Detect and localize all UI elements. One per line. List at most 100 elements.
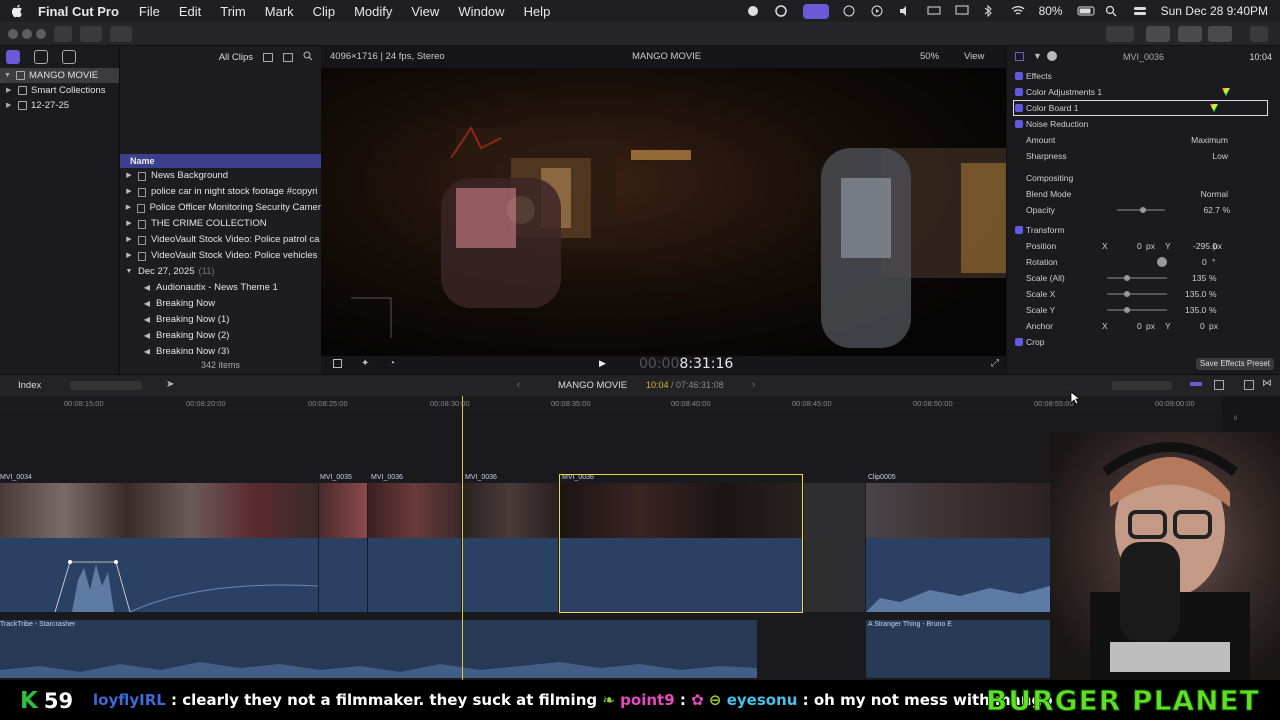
noise-reduction-checkbox[interactable] bbox=[1015, 120, 1023, 128]
list-item[interactable]: ▶ News Background bbox=[120, 168, 321, 184]
video-clip[interactable] bbox=[0, 483, 318, 545]
scale-y-knob[interactable] bbox=[1124, 307, 1130, 313]
video-clip[interactable] bbox=[866, 483, 1066, 545]
scale-x-slider[interactable] bbox=[1107, 293, 1167, 295]
playhead[interactable] bbox=[462, 396, 463, 680]
speed-icon[interactable]: ◔ bbox=[389, 358, 395, 369]
disclosure-closed-icon[interactable]: ▶ bbox=[120, 232, 138, 248]
list-item[interactable]: ▶ VideoVault Stock Video: Police vehicles bbox=[120, 248, 321, 264]
opacity-slider-knob[interactable] bbox=[1140, 207, 1146, 213]
display-icon[interactable] bbox=[955, 5, 969, 17]
scale-x-value[interactable]: 135.0 bbox=[1185, 286, 1206, 302]
share-menu-button[interactable] bbox=[1106, 26, 1134, 42]
color-board-row[interactable]: Color Board 1 bbox=[1013, 100, 1268, 116]
layout-browser-button[interactable] bbox=[1146, 26, 1170, 42]
color-board-checkbox[interactable] bbox=[1015, 104, 1023, 112]
compositing-section[interactable]: Compositing bbox=[1007, 170, 1280, 186]
noise-reduction-row[interactable]: Noise Reduction bbox=[1007, 116, 1280, 132]
scale-all-value[interactable]: 135 bbox=[1192, 270, 1206, 286]
project-name-dropdown[interactable]: MANGO MOVIE bbox=[558, 380, 627, 391]
battery-icon[interactable] bbox=[1077, 5, 1095, 17]
scale-y-slider[interactable] bbox=[1107, 309, 1167, 311]
menu-clock[interactable]: Sun Dec 28 9:40PM bbox=[1161, 4, 1268, 18]
select-tool-icon[interactable]: ➤ bbox=[166, 379, 174, 390]
list-view-icon[interactable] bbox=[263, 52, 273, 62]
scale-all-knob[interactable] bbox=[1124, 275, 1130, 281]
photos-tab-icon[interactable] bbox=[34, 50, 48, 64]
list-item[interactable]: ▶ VideoVault Stock Video: Police patrol c… bbox=[120, 232, 321, 248]
effects-browser-icon[interactable] bbox=[1244, 380, 1254, 390]
close-window-button[interactable] bbox=[8, 29, 18, 39]
library-item[interactable]: ▼ MANGO MOVIE bbox=[0, 68, 119, 83]
share-button[interactable] bbox=[1250, 26, 1268, 42]
smart-collections-item[interactable]: ▶ Smart Collections bbox=[0, 83, 119, 98]
menu-help[interactable]: Help bbox=[524, 4, 551, 19]
menu-modify[interactable]: Modify bbox=[354, 4, 392, 19]
scale-all-slider[interactable] bbox=[1107, 277, 1167, 279]
date-group-row[interactable]: ▼ Dec 27, 2025 (11) bbox=[120, 264, 321, 280]
video-inspector-icon[interactable] bbox=[1015, 52, 1024, 61]
crop-checkbox[interactable] bbox=[1015, 338, 1023, 346]
disclosure-closed-icon[interactable]: ▶ bbox=[6, 98, 14, 113]
clip-appearance-icon[interactable] bbox=[1214, 380, 1224, 390]
edit-buttons[interactable] bbox=[70, 381, 142, 390]
list-item[interactable]: ◀ Breaking Now bbox=[120, 296, 321, 312]
list-item[interactable]: ▶ THE CRIME COLLECTION bbox=[120, 216, 321, 232]
rotation-dial[interactable] bbox=[1157, 257, 1167, 267]
color-adjustments-checkbox[interactable] bbox=[1015, 88, 1023, 96]
video-clip[interactable] bbox=[462, 483, 558, 545]
clip-filter-dropdown[interactable]: All Clips bbox=[219, 52, 253, 63]
list-item[interactable]: ▶ Police Officer Monitoring Security Came… bbox=[120, 200, 321, 216]
disclosure-closed-icon[interactable]: ▶ bbox=[120, 168, 138, 184]
menu-mark[interactable]: Mark bbox=[265, 4, 294, 19]
rotation-value[interactable]: 0 bbox=[1202, 254, 1207, 270]
color-inspector-icon[interactable]: ▼ bbox=[1033, 51, 1042, 61]
audio-device-icon[interactable] bbox=[927, 5, 941, 17]
keywords-button[interactable] bbox=[80, 26, 102, 42]
zoom-dropdown[interactable]: 50% bbox=[920, 51, 939, 62]
bluetooth-icon[interactable] bbox=[983, 4, 997, 18]
libraries-tab-icon[interactable] bbox=[6, 50, 20, 64]
import-button[interactable] bbox=[54, 26, 72, 42]
control-center-icon[interactable] bbox=[1133, 5, 1147, 17]
play-button[interactable]: ▶ bbox=[599, 358, 606, 369]
search-icon[interactable] bbox=[303, 51, 313, 64]
scale-x-knob[interactable] bbox=[1124, 291, 1130, 297]
history-back-icon[interactable]: ‹ bbox=[517, 379, 520, 389]
app-name-menu[interactable]: Final Cut Pro bbox=[38, 4, 119, 19]
zoom-controls[interactable] bbox=[1112, 381, 1172, 390]
skimming-toggle-icon[interactable] bbox=[1190, 382, 1202, 386]
menu-file[interactable]: File bbox=[139, 4, 160, 19]
menu-view[interactable]: View bbox=[411, 4, 439, 19]
music-clip[interactable] bbox=[866, 620, 1066, 678]
opacity-value[interactable]: 62.7 bbox=[1203, 202, 1220, 218]
view-dropdown[interactable]: View bbox=[964, 51, 984, 62]
wifi-icon[interactable] bbox=[1011, 5, 1025, 17]
layout-timeline-button[interactable] bbox=[1178, 26, 1202, 42]
menu-edit[interactable]: Edit bbox=[179, 4, 201, 19]
scale-y-value[interactable]: 135.0 bbox=[1185, 302, 1206, 318]
list-item[interactable]: ◀ Breaking Now (3) bbox=[120, 344, 321, 354]
disclosure-open-icon[interactable]: ▼ bbox=[4, 68, 12, 83]
background-tasks-button[interactable] bbox=[110, 26, 132, 42]
color-wheel-icon[interactable] bbox=[1210, 104, 1218, 112]
disclosure-closed-icon[interactable]: ▶ bbox=[120, 184, 138, 200]
save-effects-preset-button[interactable]: Save Effects Preset bbox=[1195, 358, 1274, 370]
menu-clip[interactable]: Clip bbox=[313, 4, 335, 19]
list-item[interactable]: ◀ Breaking Now (2) bbox=[120, 328, 321, 344]
grid-icon[interactable] bbox=[843, 5, 857, 17]
name-column-header[interactable]: Name bbox=[120, 154, 321, 168]
enhance-icon[interactable]: ✦ bbox=[361, 358, 369, 369]
transform-tool-icon[interactable] bbox=[333, 359, 342, 368]
position-x-field[interactable]: 0 bbox=[1137, 238, 1142, 254]
search-icon[interactable] bbox=[1105, 5, 1119, 17]
event-item[interactable]: ▶ 12-27-25 bbox=[0, 98, 119, 113]
timecode-display[interactable]: 00:008:31:16 bbox=[639, 356, 733, 372]
minimize-window-button[interactable] bbox=[22, 29, 32, 39]
anchor-x-field[interactable]: 0 bbox=[1137, 318, 1142, 334]
list-item[interactable]: ◀ Audionautix - News Theme 1 bbox=[120, 280, 321, 296]
blend-mode-dropdown[interactable]: Normal bbox=[1201, 186, 1228, 202]
video-clip[interactable] bbox=[319, 483, 367, 545]
transform-checkbox[interactable] bbox=[1015, 226, 1023, 234]
anchor-y-field[interactable]: 0 bbox=[1200, 318, 1205, 334]
